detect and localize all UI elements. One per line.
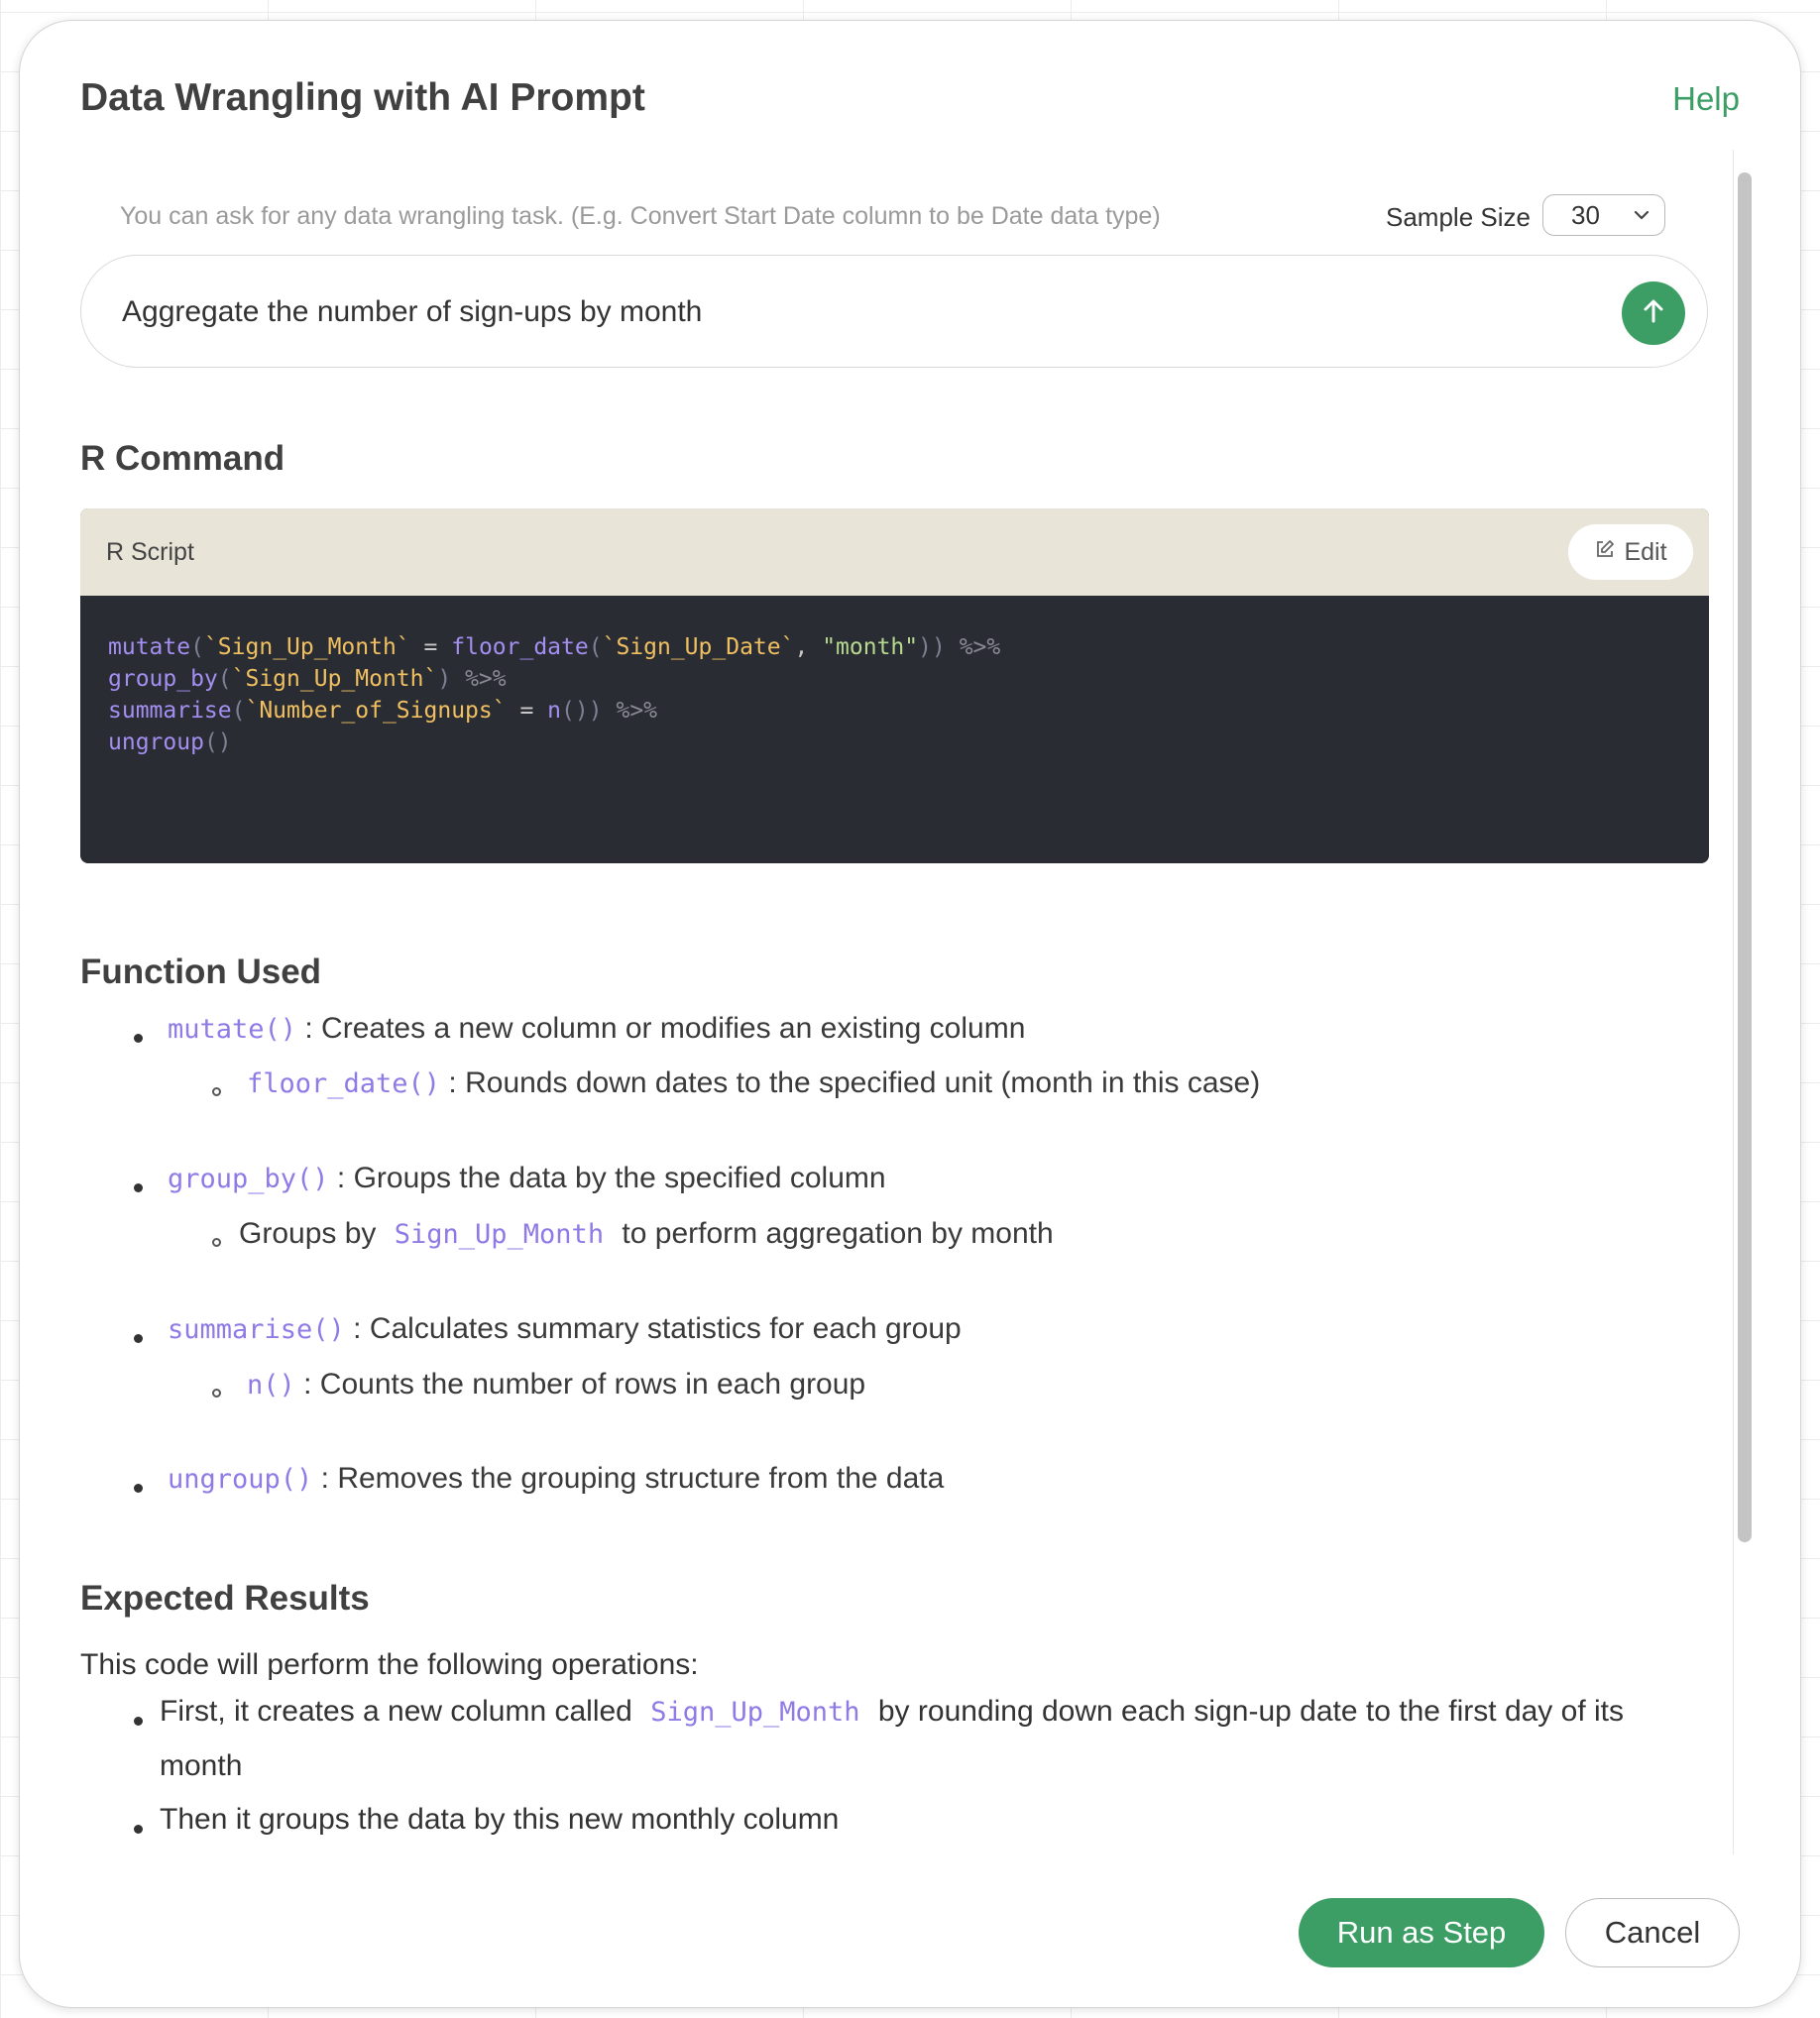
list-item: summarise() : Calculates summary statist… bbox=[168, 1312, 962, 1346]
bullet bbox=[134, 1034, 143, 1043]
r-script-code[interactable]: mutate(`Sign_Up_Month` = floor_date(`Sig… bbox=[108, 631, 1000, 758]
list-item: First, it creates a new column called Si… bbox=[160, 1695, 1624, 1729]
sub-bullet bbox=[212, 1087, 221, 1096]
code-line: group_by(`Sign_Up_Month`) %>% bbox=[108, 666, 507, 692]
function-code: ungroup() bbox=[168, 1464, 313, 1495]
list-item: ungroup() : Removes the grouping structu… bbox=[168, 1462, 944, 1496]
r-script-label: R Script bbox=[106, 538, 194, 566]
function-desc: : Counts the number of rows in each grou… bbox=[303, 1368, 866, 1401]
bullet bbox=[134, 1825, 143, 1834]
scrollbar-thumb[interactable] bbox=[1738, 172, 1752, 1542]
function-desc: : Removes the grouping structure from th… bbox=[320, 1462, 945, 1495]
code-line: ungroup() bbox=[108, 729, 232, 755]
r-script-panel: R Script Edit mutate(`Sign_Up_Month` = f… bbox=[80, 508, 1709, 863]
list-item: group_by() : Groups the data by the spec… bbox=[168, 1162, 886, 1195]
send-button[interactable] bbox=[1622, 281, 1685, 345]
function-desc: to perform aggregation by month bbox=[622, 1217, 1054, 1250]
function-used-heading: Function Used bbox=[80, 953, 322, 991]
ai-prompt-dialog: Data Wrangling with AI Prompt Help You c… bbox=[19, 20, 1801, 2008]
expected-results-heading: Expected Results bbox=[80, 1579, 370, 1618]
list-item: Groups by Sign_Up_Month to perform aggre… bbox=[239, 1217, 1054, 1251]
bullet bbox=[134, 1484, 143, 1493]
arrow-up-icon bbox=[1639, 296, 1668, 331]
function-code: floor_date() bbox=[247, 1068, 441, 1099]
help-link[interactable]: Help bbox=[1672, 80, 1740, 118]
run-as-step-button[interactable]: Run as Step bbox=[1299, 1898, 1544, 1967]
edit-button[interactable]: Edit bbox=[1568, 524, 1693, 580]
list-item: floor_date() : Rounds down dates to the … bbox=[247, 1066, 1260, 1100]
bullet bbox=[134, 1717, 143, 1726]
result-prefix: First, it creates a new column called bbox=[160, 1695, 632, 1728]
list-item-continued: month bbox=[160, 1749, 243, 1782]
dialog-content: You can ask for any data wrangling task.… bbox=[20, 150, 1764, 1854]
r-script-header: R Script Edit bbox=[80, 508, 1709, 596]
function-desc: : Rounds down dates to the specified uni… bbox=[448, 1066, 1261, 1099]
chevron-down-icon bbox=[1633, 201, 1650, 237]
function-desc: : Creates a new column or modifies an ex… bbox=[304, 1012, 1026, 1045]
edit-label: Edit bbox=[1624, 537, 1667, 566]
prompt-input[interactable]: Aggregate the number of sign-ups by mont… bbox=[80, 255, 1708, 368]
bullet bbox=[134, 1334, 143, 1343]
sample-size-value: 30 bbox=[1571, 199, 1600, 230]
code-line: mutate(`Sign_Up_Month` = floor_date(`Sig… bbox=[108, 634, 1001, 660]
prompt-hint: You can ask for any data wrangling task.… bbox=[120, 202, 1161, 230]
r-command-heading: R Command bbox=[80, 439, 285, 478]
cancel-button[interactable]: Cancel bbox=[1565, 1898, 1740, 1967]
sample-size-label: Sample Size bbox=[1386, 202, 1531, 232]
dialog-title: Data Wrangling with AI Prompt bbox=[80, 76, 645, 119]
code-line: summarise(`Number_of_Signups` = n()) %>% bbox=[108, 698, 658, 724]
function-code: group_by() bbox=[168, 1164, 329, 1194]
function-desc: : Groups the data by the specified colum… bbox=[336, 1162, 886, 1194]
sample-size-select[interactable]: 30 bbox=[1542, 194, 1665, 236]
function-code: summarise() bbox=[168, 1314, 345, 1345]
function-code: n() bbox=[247, 1370, 295, 1401]
bullet bbox=[134, 1183, 143, 1192]
sub-bullet bbox=[212, 1238, 221, 1247]
column-code: Sign_Up_Month bbox=[650, 1697, 860, 1728]
function-code: mutate() bbox=[168, 1014, 297, 1045]
sub-bullet bbox=[212, 1389, 221, 1398]
function-desc: : Calculates summary statistics for each… bbox=[353, 1312, 962, 1345]
expected-intro: This code will perform the following ope… bbox=[80, 1648, 699, 1681]
sub-prefix: Groups by bbox=[239, 1217, 377, 1250]
prompt-text: Aggregate the number of sign-ups by mont… bbox=[122, 295, 703, 328]
list-item: Then it groups the data by this new mont… bbox=[160, 1803, 840, 1836]
result-suffix: by rounding down each sign-up date to th… bbox=[877, 1695, 1624, 1728]
edit-icon bbox=[1594, 538, 1616, 567]
list-item: mutate() : Creates a new column or modif… bbox=[168, 1012, 1025, 1046]
column-code: Sign_Up_Month bbox=[394, 1219, 605, 1250]
list-item: n() : Counts the number of rows in each … bbox=[247, 1368, 865, 1401]
